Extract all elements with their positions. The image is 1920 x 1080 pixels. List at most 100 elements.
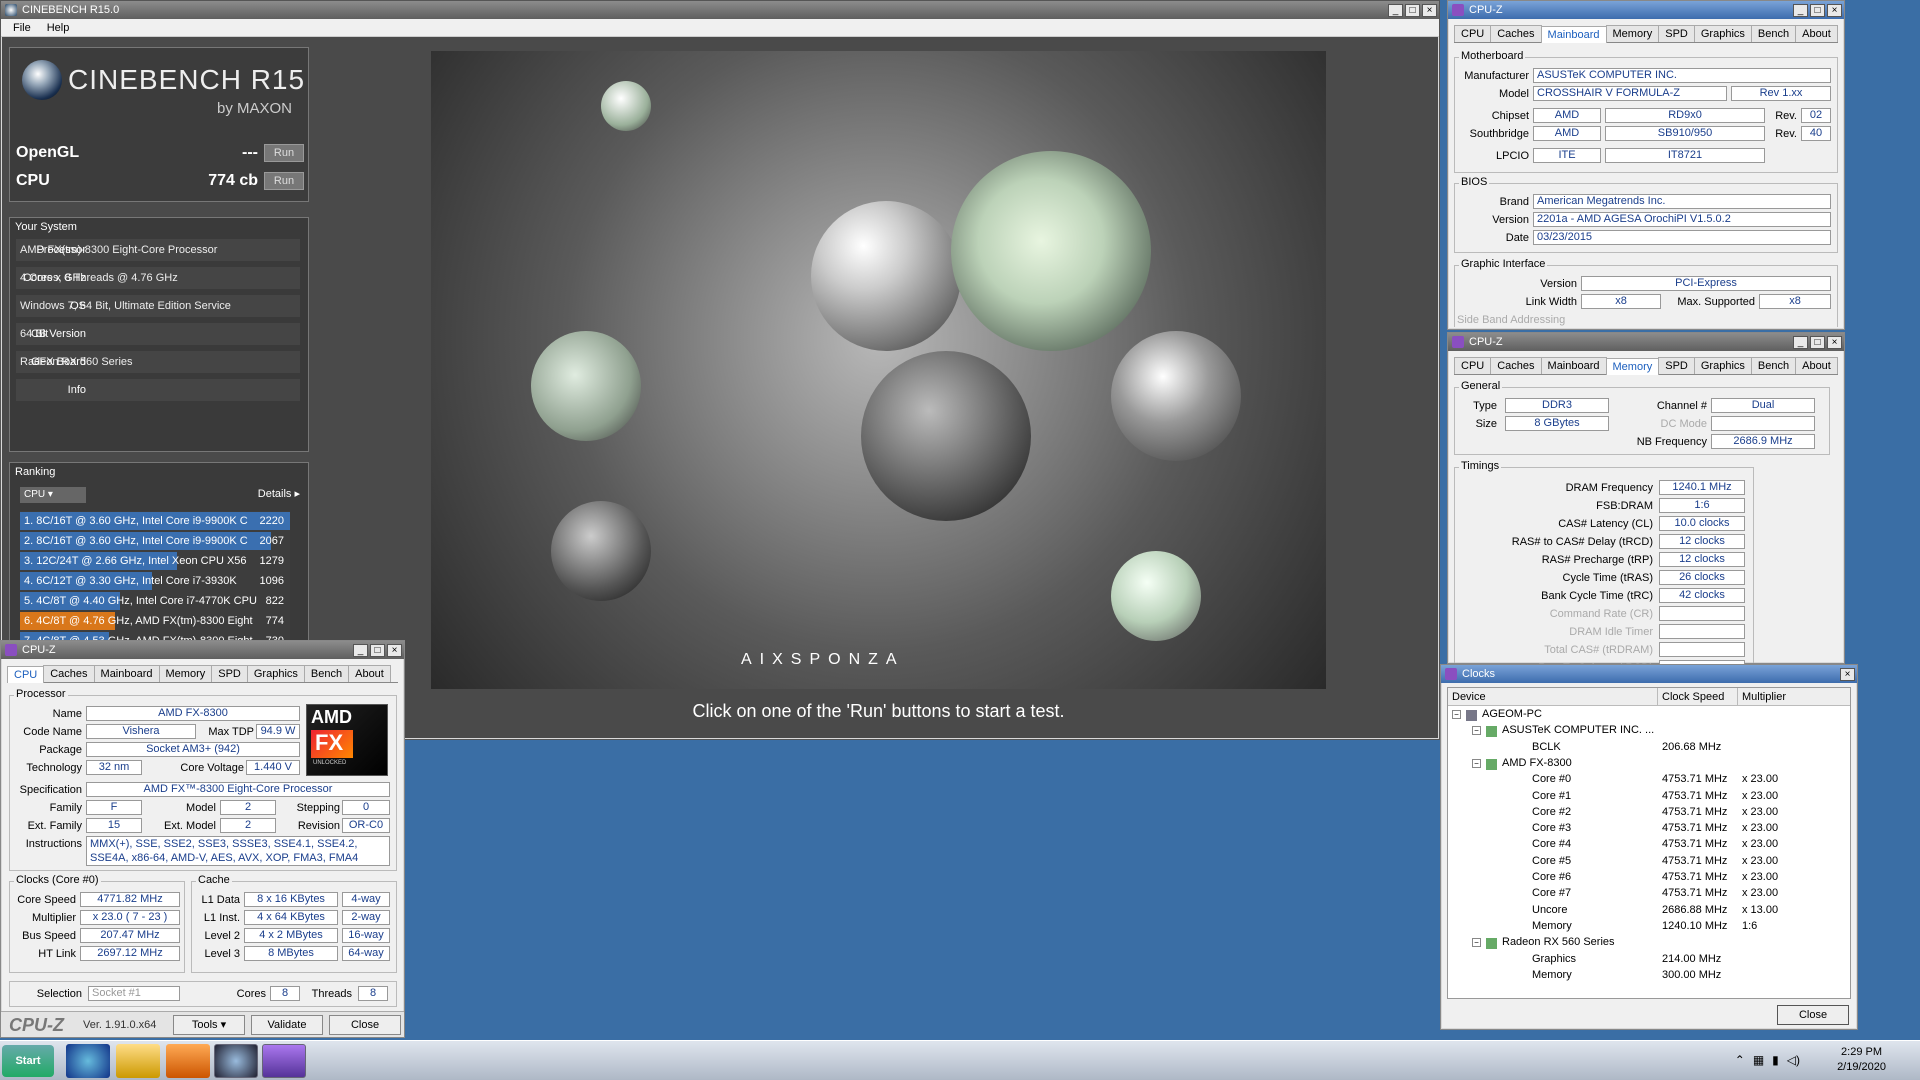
- clock-device[interactable]: Core #7: [1532, 887, 1571, 899]
- clock-device[interactable]: Core #4: [1532, 838, 1571, 850]
- close-button[interactable]: ×: [1422, 3, 1437, 17]
- tab-memory[interactable]: Memory: [1605, 358, 1660, 375]
- tab-bench[interactable]: Bench: [303, 665, 350, 682]
- col-clock-speed[interactable]: Clock Speed: [1658, 688, 1738, 705]
- clock-device[interactable]: AGEOM-PC: [1482, 708, 1542, 720]
- ranking-row[interactable]: 2. 8C/16T @ 3.60 GHz, Intel Core i9-9900…: [20, 531, 290, 551]
- clock-device[interactable]: Core #3: [1532, 822, 1571, 834]
- clock-device[interactable]: Radeon RX 560 Series: [1502, 936, 1615, 948]
- cpuz-cpu-titlebar[interactable]: CPU-Z _ □ ×: [1, 641, 404, 659]
- ranking-row[interactable]: 4. 6C/12T @ 3.30 GHz, Intel Core i7-3930…: [20, 571, 290, 591]
- cinebench-titlebar[interactable]: CINEBENCH R15.0 _ □ ×: [1, 1, 1439, 19]
- ranking-row[interactable]: 3. 12C/24T @ 2.66 GHz, Intel Xeon CPU X5…: [20, 551, 290, 571]
- clock-device[interactable]: ASUSTeK COMPUTER INC. ...: [1502, 724, 1654, 736]
- tab-caches[interactable]: Caches: [43, 665, 95, 682]
- tab-caches[interactable]: Caches: [1490, 357, 1542, 374]
- show-hidden-icons-icon[interactable]: ⌃: [1735, 1053, 1745, 1067]
- menu-help[interactable]: Help: [47, 22, 70, 34]
- close-button[interactable]: Close: [329, 1015, 401, 1035]
- details-button[interactable]: Details ▸: [258, 487, 300, 500]
- minimize-button[interactable]: _: [1793, 335, 1808, 349]
- maximize-button[interactable]: □: [1810, 3, 1825, 17]
- clock-device[interactable]: Uncore: [1532, 904, 1567, 916]
- ranking-select[interactable]: CPU ▾: [20, 487, 86, 503]
- ranking-row[interactable]: 5. 4C/8T @ 4.40 GHz, Intel Core i7-4770K…: [20, 591, 290, 611]
- close-button[interactable]: ×: [1827, 335, 1842, 349]
- tab-spd[interactable]: SPD: [211, 665, 248, 682]
- tab-mainboard[interactable]: Mainboard: [1540, 357, 1607, 374]
- col-device[interactable]: Device: [1448, 688, 1658, 705]
- validate-button[interactable]: Validate: [251, 1015, 323, 1035]
- maximize-button[interactable]: □: [370, 643, 385, 657]
- maximize-button[interactable]: □: [1810, 335, 1825, 349]
- clocks-close-button[interactable]: Close: [1777, 1005, 1849, 1025]
- tab-memory[interactable]: Memory: [158, 665, 213, 682]
- close-button[interactable]: ×: [1840, 667, 1855, 681]
- socket-select[interactable]: Socket #1: [88, 986, 180, 1001]
- close-button[interactable]: ×: [387, 643, 402, 657]
- minimize-button[interactable]: _: [1388, 3, 1403, 17]
- tab-about[interactable]: About: [1795, 25, 1838, 42]
- close-button[interactable]: ×: [1827, 3, 1842, 17]
- cpuz-memory-titlebar[interactable]: CPU-Z _ □ ×: [1448, 333, 1844, 351]
- ie-icon[interactable]: [66, 1044, 110, 1078]
- media-player-icon[interactable]: [166, 1044, 210, 1078]
- clock-device[interactable]: AMD FX-8300: [1502, 757, 1572, 769]
- ranking-label: 2. 8C/16T @ 3.60 GHz, Intel Core i9-9900…: [24, 535, 248, 547]
- cpuz-mainboard-titlebar[interactable]: CPU-Z _ □ ×: [1448, 1, 1844, 19]
- tab-mainboard[interactable]: Mainboard: [1540, 26, 1607, 43]
- expand-toggle-icon[interactable]: −: [1472, 758, 1481, 768]
- cinebench-task-icon[interactable]: [214, 1044, 258, 1078]
- tray-clock[interactable]: 2:29 PM 2/19/2020: [1837, 1045, 1886, 1075]
- tab-mainboard[interactable]: Mainboard: [93, 665, 160, 682]
- tab-graphics[interactable]: Graphics: [246, 665, 305, 682]
- network-icon[interactable]: ▦: [1753, 1053, 1764, 1067]
- col-multiplier[interactable]: Multiplier: [1738, 688, 1848, 705]
- tab-spd[interactable]: SPD: [1658, 357, 1695, 374]
- menu-file[interactable]: File: [13, 22, 31, 34]
- lpcio-label: LPCIO: [1495, 150, 1529, 162]
- clock-device[interactable]: Core #0: [1532, 773, 1571, 785]
- l1-data-field: 8 x 16 KBytes: [244, 892, 338, 907]
- tab-about[interactable]: About: [1795, 357, 1838, 374]
- cpu-run-button[interactable]: Run: [264, 172, 304, 190]
- cpuz-task-icon[interactable]: [262, 1044, 306, 1078]
- tab-about[interactable]: About: [348, 665, 391, 682]
- clock-device[interactable]: Core #1: [1532, 790, 1571, 802]
- expand-toggle-icon[interactable]: −: [1472, 938, 1481, 948]
- tab-caches[interactable]: Caches: [1490, 25, 1542, 42]
- expand-toggle-icon[interactable]: −: [1472, 726, 1481, 736]
- tab-spd[interactable]: SPD: [1658, 25, 1695, 42]
- tab-cpu[interactable]: CPU: [1454, 25, 1492, 42]
- clock-device[interactable]: Core #2: [1532, 806, 1571, 818]
- tab-graphics[interactable]: Graphics: [1693, 25, 1752, 42]
- tab-graphics[interactable]: Graphics: [1693, 357, 1752, 374]
- tab-memory[interactable]: Memory: [1605, 25, 1660, 42]
- signal-icon[interactable]: ▮: [1772, 1053, 1779, 1067]
- clock-device[interactable]: Core #5: [1532, 855, 1571, 867]
- clock-speed: 1240.10 MHz: [1662, 919, 1728, 932]
- clock-device[interactable]: BCLK: [1532, 741, 1561, 753]
- volume-icon[interactable]: ◁): [1787, 1053, 1800, 1067]
- ranking-row[interactable]: 6. 4C/8T @ 4.76 GHz, AMD FX(tm)-8300 Eig…: [20, 611, 290, 631]
- tab-cpu[interactable]: CPU: [1454, 357, 1492, 374]
- clock-device[interactable]: Graphics: [1532, 953, 1576, 965]
- minimize-button[interactable]: _: [353, 643, 368, 657]
- clock-device[interactable]: Memory: [1532, 920, 1572, 932]
- minimize-button[interactable]: _: [1793, 3, 1808, 17]
- tab-bench[interactable]: Bench: [1750, 25, 1797, 42]
- clock-device[interactable]: Memory: [1532, 969, 1572, 981]
- clock-device[interactable]: Core #6: [1532, 871, 1571, 883]
- maximize-button[interactable]: □: [1405, 3, 1420, 17]
- tools-button[interactable]: Tools ▾: [173, 1015, 245, 1035]
- start-button[interactable]: Start: [2, 1045, 54, 1077]
- clocks-titlebar[interactable]: Clocks ×: [1441, 665, 1857, 683]
- tab-bench[interactable]: Bench: [1750, 357, 1797, 374]
- tab-cpu[interactable]: CPU: [7, 666, 45, 683]
- explorer-icon[interactable]: [116, 1044, 160, 1078]
- expand-toggle-icon[interactable]: −: [1452, 710, 1461, 719]
- ranking-row[interactable]: 1. 8C/16T @ 3.60 GHz, Intel Core i9-9900…: [20, 511, 290, 531]
- render-sphere: [601, 81, 651, 131]
- render-viewport: AIXSPONZA: [431, 51, 1326, 689]
- opengl-run-button[interactable]: Run: [264, 144, 304, 162]
